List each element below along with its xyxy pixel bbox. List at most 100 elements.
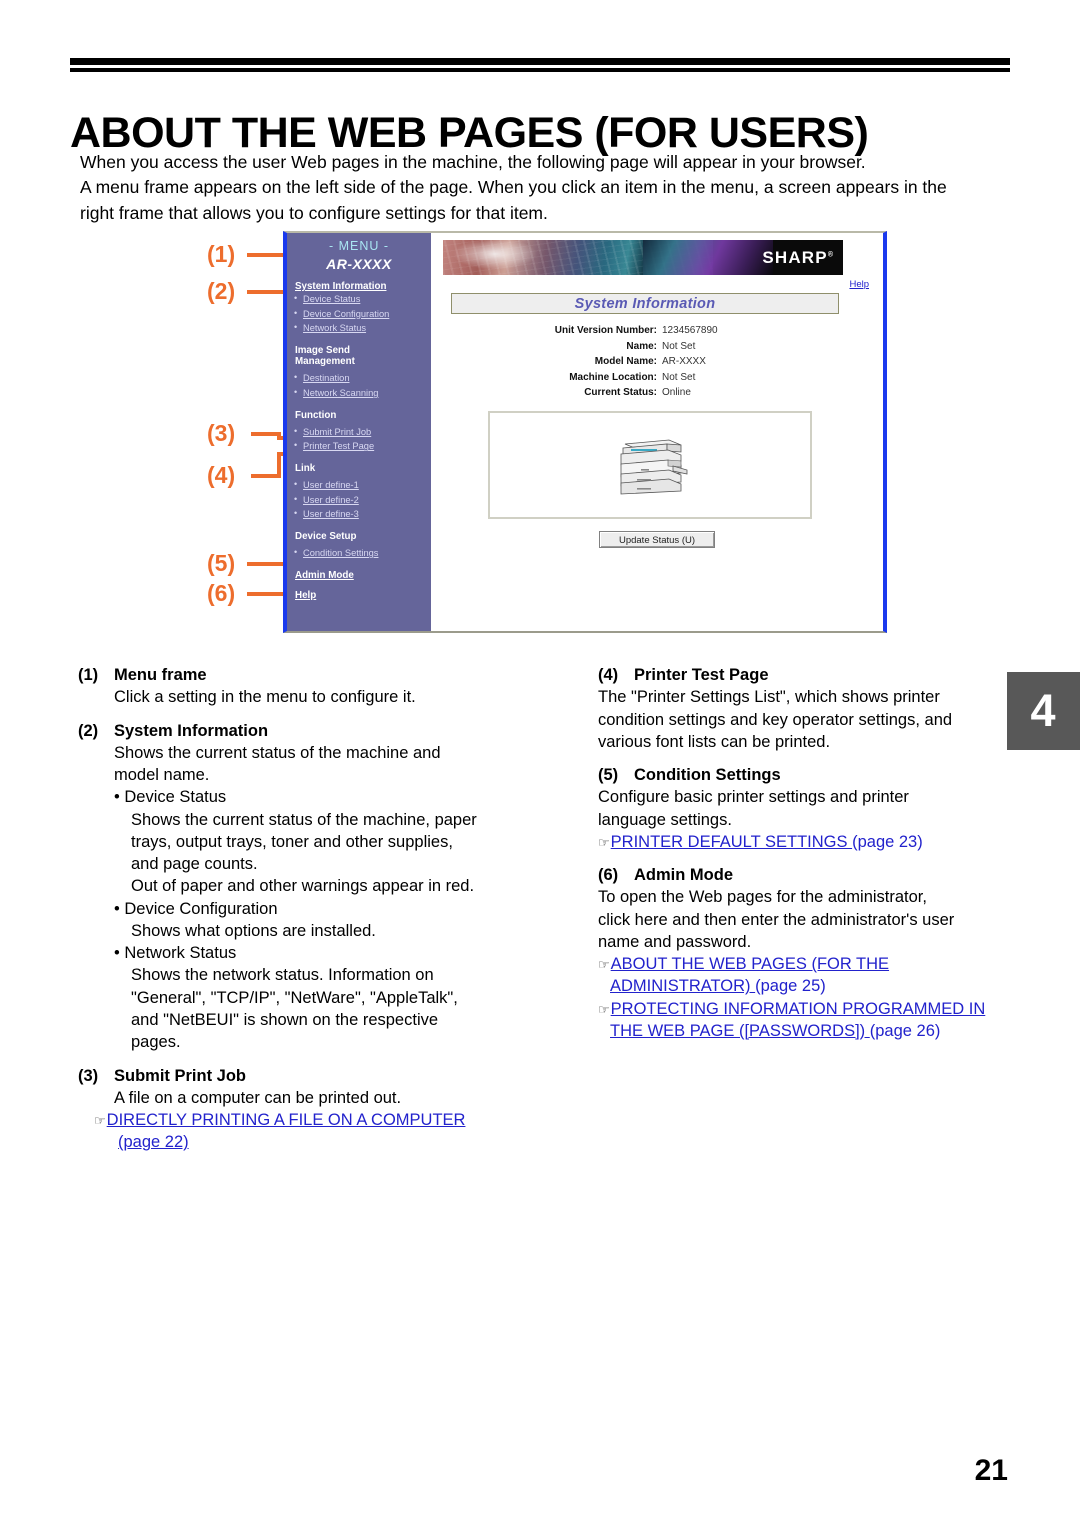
sharp-logo: SHARP® (762, 248, 833, 268)
description-item-6: (6) Admin Mode To open the Web pages for… (598, 864, 998, 1042)
bullet-text-line: Out of paper and other warnings appear i… (131, 877, 475, 896)
menu-item-submit-print-job[interactable]: Submit Print Job (287, 425, 431, 440)
printer-icon (620, 439, 688, 495)
table-row: Model Name: AR-XXXX (451, 354, 839, 370)
bullet-body: Shows what options are installed. (131, 920, 528, 942)
cross-reference-text[interactable]: PRINTER DEFAULT SETTINGS (611, 833, 852, 851)
update-status-button[interactable]: Update Status (U) (599, 531, 715, 548)
hand-pointer-icon: ☞ (598, 834, 610, 850)
menu-item-printer-test-page[interactable]: Printer Test Page (287, 439, 431, 454)
item-number: (3) (78, 1066, 99, 1085)
menu-item-user-define-2[interactable]: User define-2 (287, 493, 431, 508)
cross-reference-text[interactable]: PROTECTING INFORMATION PROGRAMMED IN (611, 1000, 986, 1018)
menu-item-admin-mode[interactable]: Admin Mode (287, 570, 431, 581)
table-row: Machine Location: Not Set (451, 370, 839, 386)
cross-reference-text[interactable]: ABOUT THE WEB PAGES (FOR THE (611, 955, 889, 973)
item-text-line: To open the Web pages for the administra… (598, 888, 927, 907)
field-label-current-status: Current Status: (584, 387, 657, 398)
bullet-device-status: • Device Status (114, 788, 227, 807)
cross-reference-page[interactable]: (page 22) (118, 1133, 189, 1151)
callout-1: (1) (207, 241, 236, 267)
sharp-logo-text: SHARP (762, 248, 828, 267)
rule-thin (70, 68, 1010, 72)
intro-line-2: A menu frame appears on the left side of… (80, 177, 947, 198)
table-row: Current Status: Online (451, 385, 839, 401)
cross-reference-text-2[interactable]: ADMINISTRATOR) (610, 977, 755, 995)
menu-frame[interactable]: - MENU - AR-XXXX System Information Devi… (287, 233, 431, 631)
bullet-text-line: Shows the current status of the machine,… (131, 810, 477, 829)
system-information-table: Unit Version Number: 1234567890 Name: No… (451, 323, 839, 401)
menu-item-network-scanning[interactable]: Network Scanning (287, 386, 431, 401)
bullet-text-line: and page counts. (131, 855, 258, 874)
bullet-label: Device Status (124, 788, 227, 807)
hand-pointer-icon: ☞ (598, 957, 610, 973)
title-rules (70, 58, 1010, 72)
item-text-line: various font lists can be printed. (598, 732, 831, 751)
menu-item-user-define-1[interactable]: User define-1 (287, 478, 431, 493)
item-heading: (2) System Information (78, 720, 528, 742)
item-text-line: Shows the current status of the machine … (114, 743, 441, 762)
menu-item-condition-settings[interactable]: Condition Settings (287, 546, 431, 561)
bullet-label: Device Configuration (124, 899, 278, 918)
menu-model-name: AR-XXXX (326, 256, 392, 272)
descriptions-left-column: (1) Menu frame Click a setting in the me… (78, 664, 528, 1165)
cross-reference-link-protecting-information[interactable]: ☞PROTECTING INFORMATION PROGRAMMED IN TH… (598, 998, 998, 1043)
cross-reference-link-directly-printing[interactable]: ☞DIRECTLY PRINTING A FILE ON A COMPUTER … (94, 1109, 528, 1154)
item-number: (1) (78, 666, 99, 684)
hand-pointer-icon: ☞ (94, 1113, 106, 1129)
menu-group-link: Link (295, 462, 316, 474)
menu-spacer (287, 581, 431, 590)
cross-reference-link-about-web-pages-admin[interactable]: ☞ABOUT THE WEB PAGES (FOR THE ADMINISTRA… (598, 953, 998, 998)
menu-item-device-status[interactable]: Device Status (287, 292, 431, 307)
browser-screenshot: - MENU - AR-XXXX System Information Devi… (283, 231, 887, 633)
content-help-link[interactable]: Help (849, 279, 869, 290)
leader-line-3a (251, 432, 281, 436)
bullet-text-line: Shows what options are installed. (131, 921, 376, 940)
menu-item-destination[interactable]: Destination (287, 371, 431, 386)
menu-item-help[interactable]: Help (287, 590, 431, 601)
sharp-banner: SHARP® (443, 240, 843, 275)
item-heading: (5) Condition Settings (598, 764, 998, 786)
bullet-label: Network Status (124, 944, 237, 963)
bullet-text-line: Shows the network status. Information on (131, 966, 434, 985)
printer-image-box (488, 411, 812, 519)
item-body: Configure basic printer settings and pri… (598, 786, 998, 831)
menu-item-network-status[interactable]: Network Status (287, 321, 431, 336)
bullet-text-line: trays, output trays, toner and other sup… (131, 832, 453, 851)
item-body: Click a setting in the menu to configure… (114, 686, 528, 708)
bullet-text-line: "General", "TCP/IP", "NetWare", "AppleTa… (131, 988, 458, 1007)
menu-group-system-information[interactable]: System Information (287, 281, 431, 292)
item-title: Submit Print Job (114, 1066, 246, 1085)
callout-3: (3) (207, 420, 236, 446)
cross-reference-link-printer-default[interactable]: ☞PRINTER DEFAULT SETTINGS (page 23) (598, 831, 998, 853)
cross-reference-page[interactable]: (page 25) (755, 977, 826, 995)
menu-group-image-send-2: Management (295, 356, 355, 368)
intro-line-3: right frame that allows you to configure… (80, 202, 548, 223)
menu-spacer (287, 561, 431, 570)
cross-reference-page[interactable]: (page 23) (852, 833, 923, 851)
item-heading: (6) Admin Mode (598, 864, 998, 886)
hand-pointer-icon: ☞ (598, 1001, 610, 1017)
field-value-unit-version: 1234567890 (662, 325, 718, 336)
menu-item-device-configuration[interactable]: Device Configuration (287, 307, 431, 322)
item-text-line: click here and then enter the administra… (598, 910, 955, 929)
cross-reference-text-2[interactable]: THE WEB PAGE ([PASSWORDS]) (610, 1022, 870, 1040)
table-row: Unit Version Number: 1234567890 (451, 323, 839, 339)
menu-spacer (287, 401, 431, 410)
item-title: Condition Settings (634, 766, 781, 785)
banner-artwork-right (643, 240, 773, 275)
item-heading: (1) Menu frame (78, 664, 528, 686)
menu-item-user-define-3[interactable]: User define-3 (287, 507, 431, 522)
item-text-line: Click a setting in the menu to configure… (114, 688, 416, 707)
bullet-device-configuration: • Device Configuration (114, 899, 278, 918)
intro-line-1: When you access the user Web pages in th… (80, 152, 866, 172)
item-body: The "Printer Settings List", which shows… (598, 686, 998, 753)
page-number: 21 (974, 1454, 1008, 1487)
descriptions-right-column: (4) Printer Test Page The "Printer Setti… (598, 664, 998, 1053)
chapter-tab: 4 (1007, 672, 1080, 750)
cross-reference-page[interactable]: (page 26) (870, 1022, 941, 1040)
menu-spacer (287, 336, 431, 345)
panel-title: System Information (574, 295, 716, 312)
description-item-4: (4) Printer Test Page The "Printer Setti… (598, 664, 998, 753)
cross-reference-text[interactable]: DIRECTLY PRINTING A FILE ON A COMPUTER (107, 1111, 466, 1129)
